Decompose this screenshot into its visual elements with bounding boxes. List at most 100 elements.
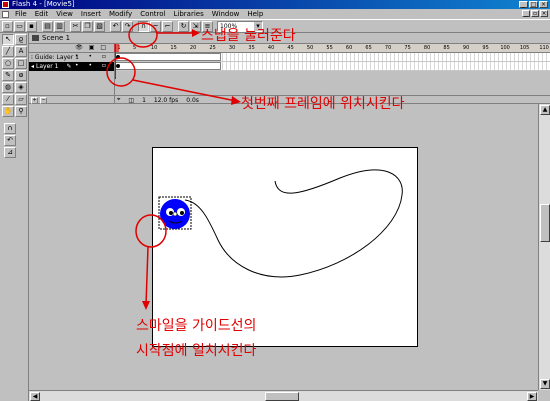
ruler-tick-95: 95 [482,45,489,51]
scroll-right-icon[interactable]: ▶ [527,392,537,401]
frame-rate: 12.0 fps [153,96,179,104]
document-icon[interactable] [2,10,9,18]
annotation-first-frame: 첫번째 프레임에 위치시킨다 [241,96,405,112]
horizontal-scroll-thumb[interactable] [265,392,299,401]
ruler-tick-60: 60 [345,45,353,51]
vertical-scrollbar[interactable]: ▲ ▼ [538,104,550,390]
window-controls: _ □ × [519,1,548,8]
ruler-tick-5: 5 [133,45,137,51]
menu-insert[interactable]: Insert [77,10,105,18]
layer1-frame-span[interactable] [115,62,221,70]
layer-row-guide[interactable]: ⁝ Guide: Layer 1 • • ▫ [29,53,114,62]
menu-help[interactable]: Help [243,10,267,18]
print-preview-icon[interactable]: ▥ [54,20,65,32]
horizontal-scrollbar[interactable]: ◀ ▶ [29,390,538,401]
pencil-edit-icon: ✎ [66,63,72,70]
layer-row-layer1[interactable]: ◂ Layer 1 ✎ • • ▫ [29,62,114,71]
smooth-modifier-icon[interactable]: ↶ [4,135,16,146]
doc-close-button[interactable]: × [540,10,548,17]
snap-to-objects-button[interactable]: ∩ [138,20,149,32]
redo-icon[interactable]: ↷ [122,20,133,32]
ruler-tick-90: 90 [462,45,470,51]
copy-icon[interactable]: ❐ [82,20,93,32]
layer-icon: ◂ [31,63,35,70]
save-icon[interactable]: ▪ [26,20,37,32]
menu-control[interactable]: Control [136,10,169,18]
ruler-tick-75: 75 [404,45,411,51]
ruler-tick-105: 105 [519,45,530,51]
menu-libraries[interactable]: Libraries [170,10,208,18]
scroll-left-icon[interactable]: ◀ [30,392,40,401]
add-layer-icon[interactable]: + [31,96,38,104]
menu-edit[interactable]: Edit [31,10,53,18]
text-tool-icon[interactable]: A [15,46,27,57]
ink-bottle-tool-icon[interactable]: ◍ [2,82,14,93]
annotation-guide-line1: 스마일을 가이드선의 [136,318,257,334]
scene-clapper-icon [32,35,39,41]
onion-skin-icon[interactable]: ◫ [128,97,134,104]
brush-tool-icon[interactable]: ⱷ [15,70,27,81]
scene-name[interactable]: Scene 1 [42,34,70,42]
vertical-scroll-thumb[interactable] [540,204,550,242]
drawing-toolbox: ↖ ϱ ╱ A ○ □ ✎ ⱷ ◍ ◈ ⁄ ▱ ✋ ⚲ ∩ ↶ ⊿ [0,33,29,401]
guide-frame-span[interactable] [115,53,221,61]
frame-row-guide[interactable] [115,53,550,62]
delete-layer-icon[interactable]: − [40,96,47,104]
ruler-tick-50: 50 [306,45,314,51]
guide-layer-icon: ⁝ [31,54,33,61]
ruler-tick-25: 25 [209,45,216,51]
open-file-icon[interactable]: ▭ [14,20,25,32]
annotation-snap: 스냅을 눌러준다 [201,28,296,44]
paste-icon[interactable]: ▧ [94,20,105,32]
frame-row-layer1[interactable] [115,62,550,71]
annotation-guide-line2: 시작점에 일치시킨다 [136,343,257,359]
flash-app-icon [2,1,9,8]
hand-tool-icon[interactable]: ✋ [2,106,14,117]
cut-icon[interactable]: ✂ [70,20,81,32]
ruler-tick-85: 85 [443,45,450,51]
layer-footer: + − [29,95,115,104]
maximize-button[interactable]: □ [529,1,538,8]
ruler-tick-65: 65 [365,45,372,51]
oval-tool-icon[interactable]: ○ [2,58,14,69]
smooth-icon[interactable]: ~ [150,20,161,32]
pencil-tool-icon[interactable]: ✎ [2,70,14,81]
snap-modifier-icon[interactable]: ∩ [4,123,16,134]
straighten-modifier-icon[interactable]: ⊿ [4,147,16,158]
menu-modify[interactable]: Modify [105,10,136,18]
magnifier-tool-icon[interactable]: ⚲ [15,106,27,117]
doc-minimize-button[interactable]: _ [522,10,530,17]
menu-window[interactable]: Window [208,10,244,18]
undo-icon[interactable]: ↶ [110,20,121,32]
layer-state-dots[interactable]: • • ▫ [75,53,110,60]
rotate-icon[interactable]: ↻ [178,20,189,32]
rectangle-tool-icon[interactable]: □ [15,58,27,69]
document-window-controls: _ ▫ × [522,10,548,17]
title-bar: Flash 4 - [Movie5] _ □ × [0,0,550,9]
menu-file[interactable]: File [11,10,31,18]
line-tool-icon[interactable]: ╱ [2,46,14,57]
ruler-tick-15: 15 [170,45,177,51]
ruler-tick-35: 35 [248,45,255,51]
dropper-tool-icon[interactable]: ⁄ [2,94,14,105]
playhead[interactable] [114,44,119,79]
new-file-icon[interactable]: ▫ [2,20,13,32]
scale-icon[interactable]: ⇲ [190,20,201,32]
print-icon[interactable]: ▤ [42,20,53,32]
lasso-tool-icon[interactable]: ϱ [15,34,27,45]
straighten-icon[interactable]: ⌐ [162,20,173,32]
ruler-tick-100: 100 [500,45,510,51]
eraser-tool-icon[interactable]: ▱ [15,94,27,105]
scroll-down-icon[interactable]: ▼ [540,379,550,389]
close-button[interactable]: × [539,1,548,8]
scroll-up-icon[interactable]: ▲ [540,105,550,115]
minimize-button[interactable]: _ [519,1,528,8]
arrow-tool-icon[interactable]: ↖ [2,34,14,45]
ruler-tick-80: 80 [423,45,431,51]
layer-state-dots[interactable]: • • ▫ [75,62,110,69]
frame-ruler[interactable]: 1 5 10 15 20 25 30 35 40 45 50 55 60 65 70 75 80 85 90 95 10… [115,44,550,53]
paint-bucket-tool-icon[interactable]: ◈ [15,82,27,93]
center-frame-icon[interactable]: ⌖ [117,96,120,104]
menu-view[interactable]: View [52,10,77,18]
doc-restore-button[interactable]: ▫ [531,10,539,17]
